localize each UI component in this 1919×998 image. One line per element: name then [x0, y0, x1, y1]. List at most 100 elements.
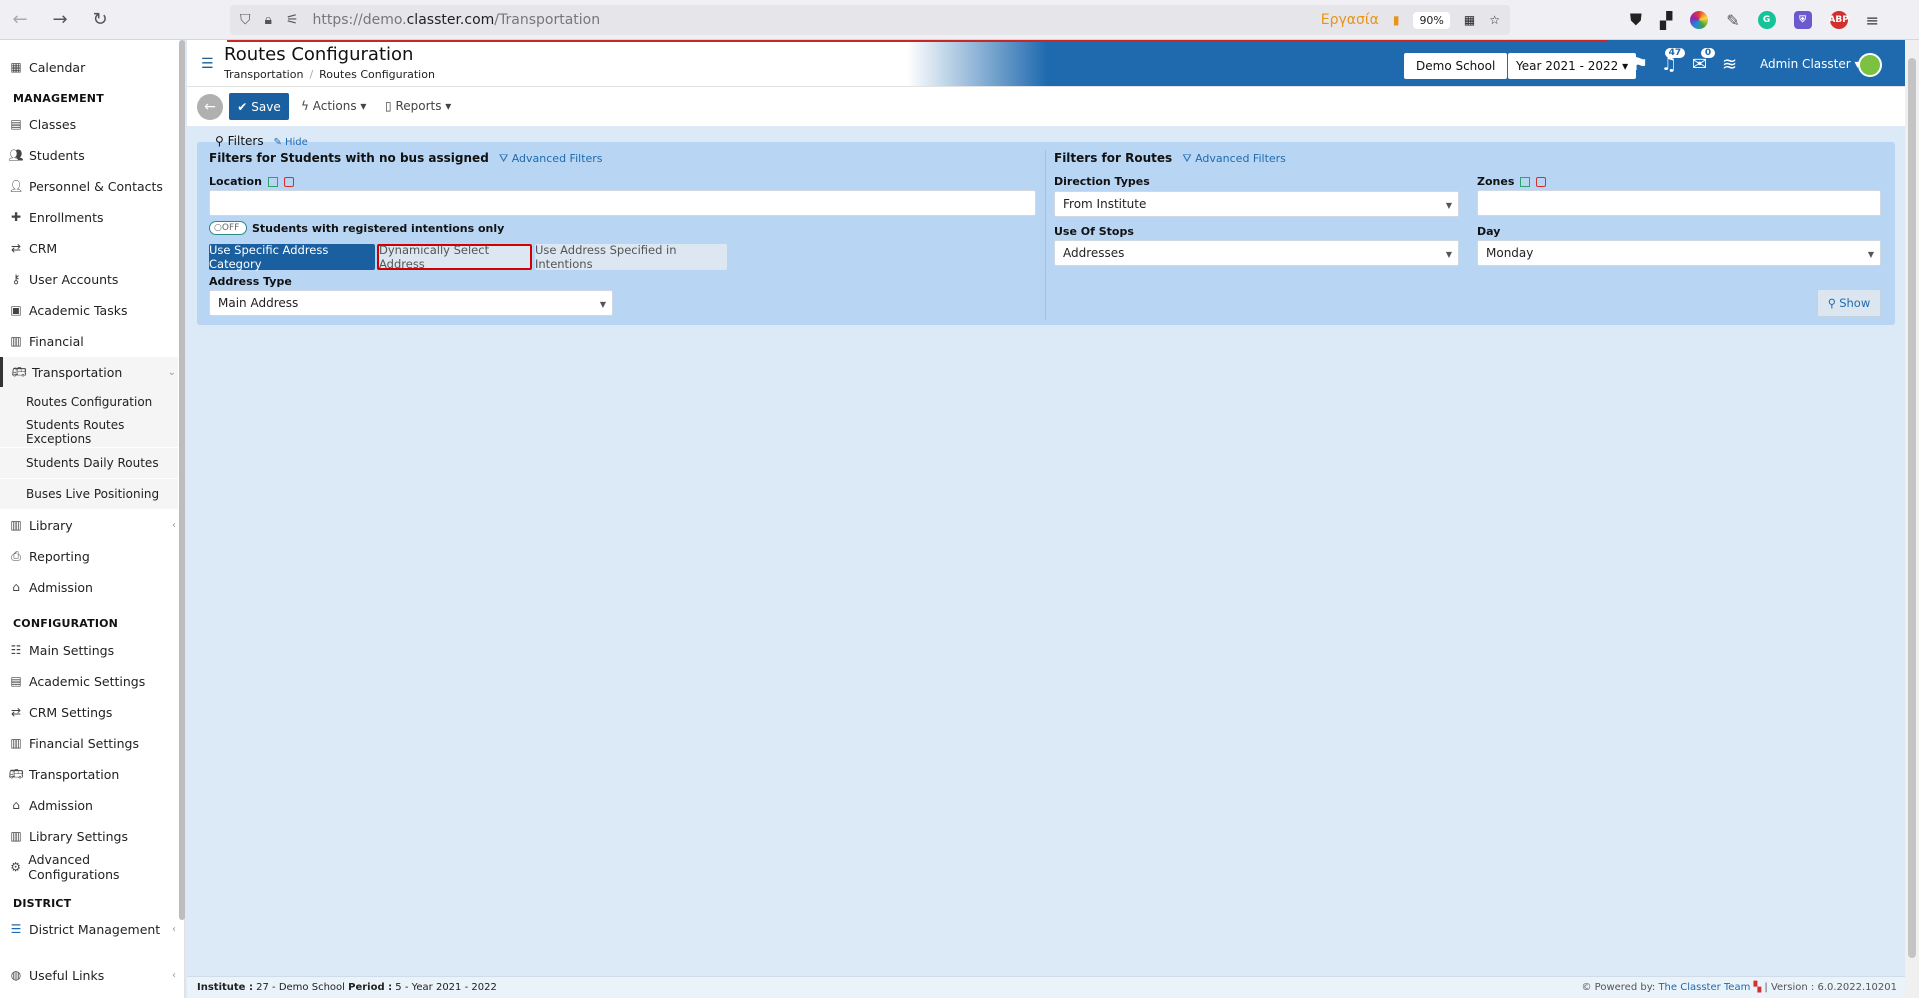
sidebar-item-admission[interactable]: ⌂ Admission: [0, 572, 178, 602]
classter-logo-icon: ▚: [1753, 982, 1762, 993]
routes-advanced-filters-link[interactable]: ⛛ Advanced Filters: [1182, 152, 1286, 165]
clear-icon[interactable]: [1536, 177, 1547, 187]
crm-icon: ⇄: [10, 705, 22, 719]
students-advanced-filters-link[interactable]: ⛛ Advanced Filters: [499, 152, 603, 165]
save-button[interactable]: ✔ Save: [229, 93, 289, 120]
sidebar-item-district-management[interactable]: ☰ District Management ‹: [0, 914, 178, 944]
person-icon: 👤︎: [8, 179, 24, 193]
star-icon[interactable]: ☆: [1489, 13, 1500, 27]
funnel-icon: ⛛: [498, 152, 509, 165]
chevron-left-icon: ‹: [172, 519, 176, 531]
bus-icon: 🚌︎: [8, 767, 24, 781]
sidebar-item-library[interactable]: ▥ Library ‹: [0, 510, 178, 540]
sidebar-item-academic-tasks[interactable]: ▣ Academic Tasks: [0, 295, 178, 325]
use-of-stops-select[interactable]: Addresses ▼: [1054, 240, 1459, 266]
sidebar-sub-live-positioning[interactable]: Buses Live Positioning: [0, 479, 178, 509]
pocket-icon[interactable]: ⛊: [1630, 10, 1642, 30]
permissions-icon[interactable]: ⚟: [286, 12, 299, 28]
eyedropper-icon[interactable]: ✎: [1726, 11, 1739, 30]
hamburger-icon[interactable]: ☰: [201, 56, 214, 72]
location-input[interactable]: [209, 190, 1036, 216]
intentions-toggle[interactable]: ○ OFF: [209, 221, 247, 235]
toggle-circle-icon: ○: [214, 223, 222, 233]
hide-filters-link[interactable]: ✎ Hide: [273, 137, 307, 148]
url-text[interactable]: https://demo.classter.com/Transportation: [313, 12, 601, 28]
school-selector[interactable]: Demo School: [1404, 53, 1508, 79]
page-scrollbar-thumb[interactable]: [1908, 58, 1916, 958]
clear-icon[interactable]: [283, 177, 294, 187]
chevron-left-icon: ‹: [172, 923, 176, 935]
chevron-left-icon: ‹: [172, 969, 176, 981]
grammarly-icon[interactable]: G: [1757, 11, 1776, 29]
sidebar-sub-daily-routes[interactable]: Students Daily Routes: [0, 448, 178, 478]
classes-icon: ▤: [10, 674, 22, 688]
sidebar-item-financial-settings[interactable]: ▥ Financial Settings: [0, 728, 178, 758]
shield-ext-icon[interactable]: ⛨: [1793, 11, 1812, 29]
shield-icon[interactable]: ⛉: [240, 12, 251, 28]
section-configuration: CONFIGURATION: [13, 617, 119, 630]
sidebar-item-transportation[interactable]: 🚌︎ Transportation ⌄: [0, 357, 178, 387]
container-label[interactable]: Εργασία: [1321, 12, 1379, 28]
sidebar-item-personnel[interactable]: 👤︎ Personnel & Contacts: [0, 171, 178, 201]
classter-team-link[interactable]: The Classter Team: [1658, 982, 1750, 993]
sidebar-item-calendar[interactable]: ▦ Calendar: [0, 52, 178, 82]
year-selector[interactable]: Year 2021 - 2022 ▾: [1508, 53, 1637, 79]
address-bar[interactable]: ⛉ 🔒︎ ⚟ https://demo.classter.com/Transpo…: [230, 5, 1510, 35]
avatar[interactable]: [1858, 53, 1882, 77]
zoom-level[interactable]: 90%: [1413, 11, 1450, 29]
mail-icon[interactable]: ✉ 0: [1692, 48, 1716, 75]
sidebar-item-crm[interactable]: ⇄ CRM: [0, 233, 178, 263]
select-all-icon[interactable]: [267, 177, 278, 187]
address-type-select[interactable]: Main Address ▼: [209, 290, 613, 316]
funnel-icon: ⛛: [1182, 152, 1192, 165]
sidebar-sub-routes-configuration[interactable]: Routes Configuration: [0, 387, 178, 417]
dynamically-select-address-button[interactable]: Dynamically Select Address: [377, 243, 532, 271]
reports-menu[interactable]: ▯ Reports ▾: [385, 99, 451, 113]
users-icon: 👥︎: [8, 148, 24, 162]
day-select[interactable]: Monday ▼: [1477, 240, 1881, 266]
sidebar-item-user-accounts[interactable]: ⚷ User Accounts: [0, 264, 178, 294]
sidebar-item-financial[interactable]: ▥ Financial: [0, 326, 178, 356]
zones-input[interactable]: [1477, 190, 1881, 216]
list-icon: ☰: [10, 922, 22, 936]
actions-menu[interactable]: ϟ Actions ▾: [301, 99, 366, 113]
sidebar-item-useful-links[interactable]: ◍ Useful Links ‹: [0, 960, 178, 990]
sidebar-item-students[interactable]: 👥︎ Students: [0, 140, 178, 170]
sidebar-item-admission-settings[interactable]: ⌂ Admission: [0, 790, 178, 820]
back-button[interactable]: ←: [197, 94, 223, 120]
grid-icon[interactable]: ▦: [1464, 13, 1475, 27]
sidebar-item-library-settings[interactable]: ▥ Library Settings: [0, 821, 178, 851]
breadcrumb-transportation[interactable]: Transportation: [224, 68, 303, 81]
page-scrollbar[interactable]: [1905, 40, 1919, 998]
lock-icon[interactable]: 🔒︎: [265, 12, 272, 28]
sidebar-item-academic-settings[interactable]: ▤ Academic Settings: [0, 666, 178, 696]
show-button[interactable]: ⚲ Show: [1817, 289, 1881, 317]
sidebar-sub-routes-exceptions[interactable]: Students Routes Exceptions: [0, 417, 178, 447]
sidebar-item-classes[interactable]: ▤ Classes: [0, 109, 178, 139]
calendar-icon: ▦: [10, 60, 22, 74]
color-wheel-icon[interactable]: [1690, 11, 1709, 29]
panel-divider: [1045, 150, 1046, 320]
forward-arrow-icon[interactable]: →: [40, 0, 80, 40]
sidebar-item-transportation-settings[interactable]: 🚌︎ Transportation: [0, 759, 178, 789]
bell-icon[interactable]: ♫ 47: [1661, 48, 1686, 75]
sidebar-item-advanced-configurations[interactable]: ⚙ Advanced Configurations: [0, 852, 178, 882]
flag-icon[interactable]: ⚑: [1632, 54, 1648, 75]
extensions-icon[interactable]: ▞: [1660, 11, 1672, 30]
back-arrow-icon[interactable]: ←: [0, 0, 40, 40]
user-menu[interactable]: Admin Classter ▾: [1760, 57, 1861, 71]
section-district: DISTRICT: [13, 897, 72, 910]
use-specific-address-button[interactable]: Use Specific Address Category: [209, 243, 375, 271]
layers-icon[interactable]: ≋: [1722, 54, 1737, 75]
reload-icon[interactable]: ↻: [80, 0, 120, 40]
adblock-icon[interactable]: ABP: [1828, 11, 1849, 29]
sidebar-item-reporting[interactable]: ⎙ Reporting: [0, 541, 178, 571]
use-address-intentions-button[interactable]: Use Address Specified in Intentions: [535, 243, 727, 271]
sidebar-scrollbar[interactable]: [179, 40, 185, 920]
menu-icon[interactable]: ≡: [1866, 11, 1879, 30]
direction-types-select[interactable]: From Institute ▼: [1054, 191, 1459, 217]
select-all-icon[interactable]: [1520, 177, 1531, 187]
sidebar-item-main-settings[interactable]: ☷ Main Settings: [0, 635, 178, 665]
sidebar-item-crm-settings[interactable]: ⇄ CRM Settings: [0, 697, 178, 727]
sidebar-item-enrollments[interactable]: ✚ Enrollments: [0, 202, 178, 232]
